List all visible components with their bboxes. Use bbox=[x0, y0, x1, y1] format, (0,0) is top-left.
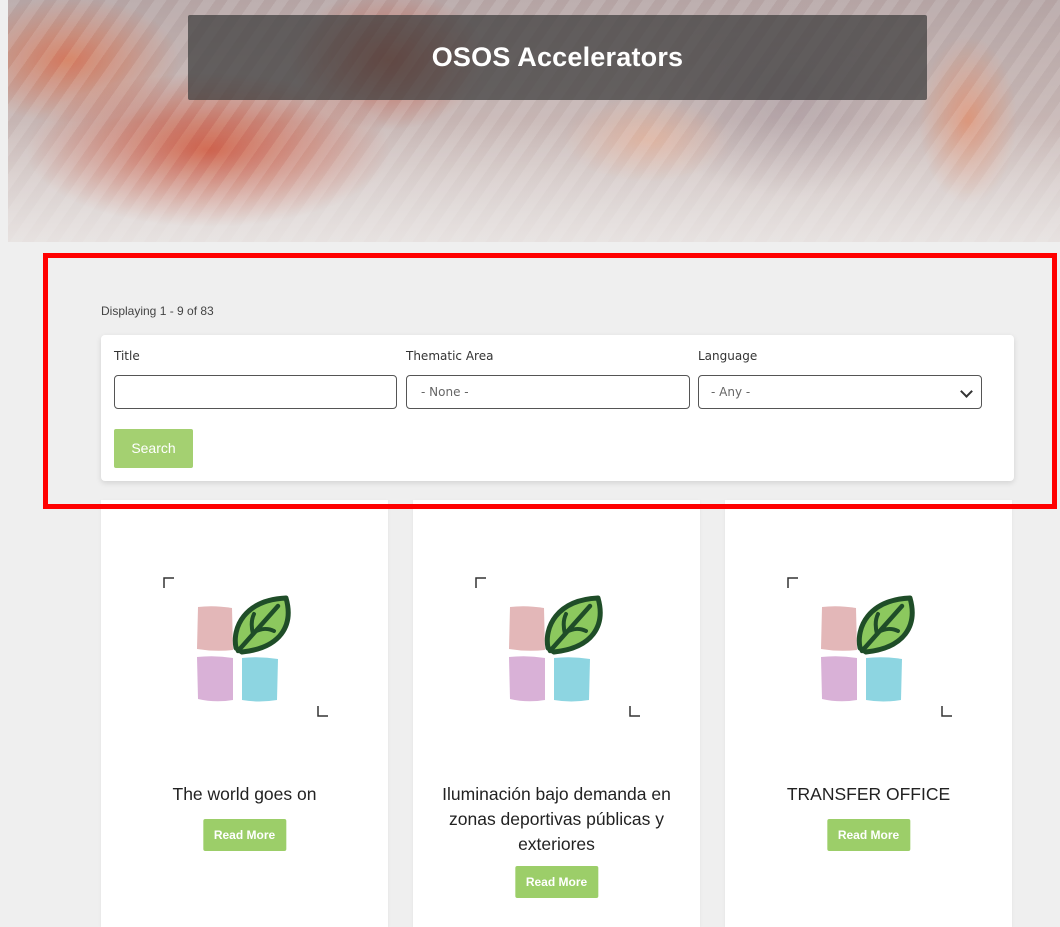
card-title[interactable]: The world goes on bbox=[111, 782, 378, 807]
results-count: Displaying 1 - 9 of 83 bbox=[101, 304, 214, 318]
card-title[interactable]: TRANSFER OFFICE bbox=[735, 782, 1002, 807]
hero-fade bbox=[8, 122, 1060, 242]
title-input[interactable] bbox=[114, 375, 397, 409]
accelerator-card: The world goes on Read More bbox=[101, 500, 388, 927]
thematic-area-label: Thematic Area bbox=[406, 349, 494, 363]
accelerator-card: TRANSFER OFFICE Read More bbox=[725, 500, 1012, 927]
language-label: Language bbox=[698, 349, 758, 363]
thematic-area-input[interactable]: - None - bbox=[406, 375, 690, 409]
page-title: OSOS Accelerators bbox=[431, 42, 684, 72]
language-select[interactable]: - Any - bbox=[698, 375, 982, 409]
search-button[interactable]: Search bbox=[114, 429, 193, 468]
read-more-button[interactable]: Read More bbox=[514, 866, 599, 898]
title-label: Title bbox=[114, 349, 140, 363]
accelerator-card: Iluminación bajo demanda en zonas deport… bbox=[413, 500, 700, 927]
hero-title-box: OSOS Accelerators bbox=[188, 15, 927, 100]
read-more-button[interactable]: Read More bbox=[826, 819, 911, 851]
filter-panel: Title Thematic Area - None - Language - … bbox=[101, 335, 1014, 481]
card-title[interactable]: Iluminación bajo demanda en zonas deport… bbox=[423, 782, 690, 857]
accelerator-logo-icon bbox=[787, 577, 952, 717]
hero-banner: OSOS Accelerators bbox=[8, 0, 1060, 242]
accelerator-logo-icon bbox=[163, 577, 328, 717]
accelerator-logo-icon bbox=[475, 577, 640, 717]
chevron-down-icon bbox=[960, 385, 973, 398]
read-more-button[interactable]: Read More bbox=[202, 819, 287, 851]
language-select-value: - Any - bbox=[711, 385, 751, 399]
